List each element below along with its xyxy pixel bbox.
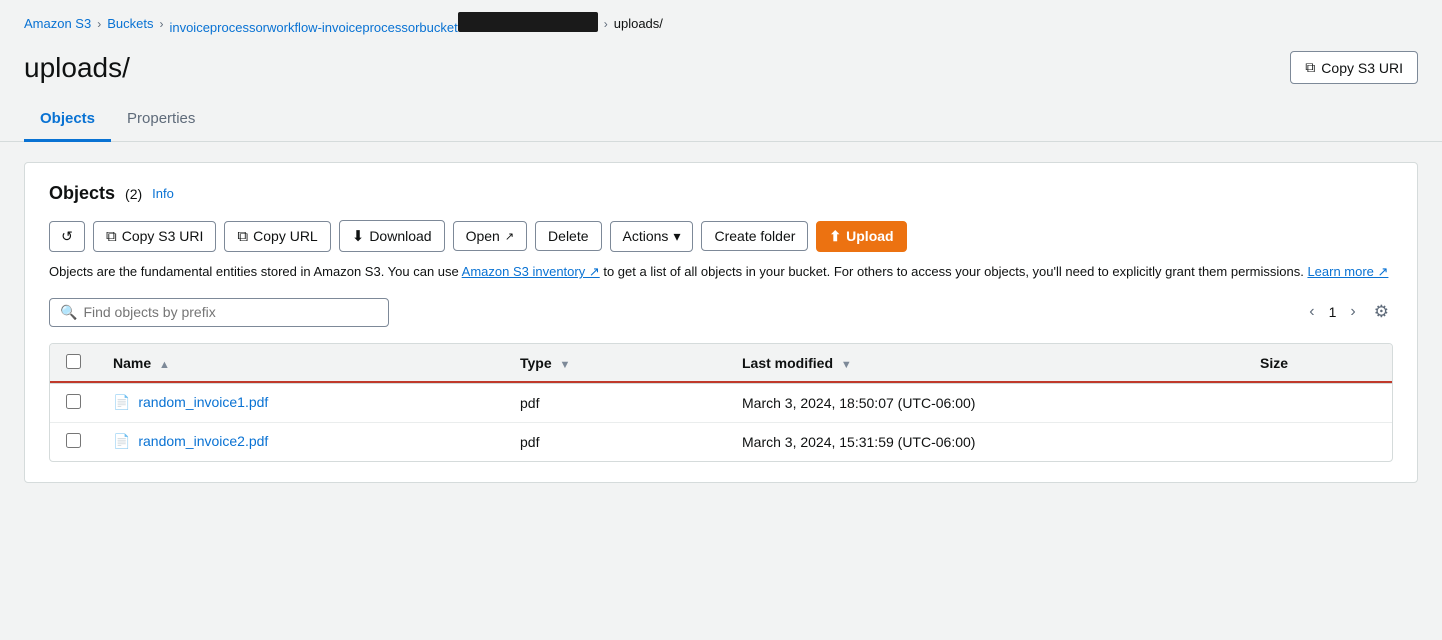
row-2-checkbox[interactable] (66, 433, 81, 448)
download-button[interactable]: ⬇ Download (339, 220, 445, 252)
breadcrumb-current: uploads/ (614, 16, 663, 31)
objects-card: Objects (2) Info ↺ ⧉ Copy S3 URI ⧉ Copy … (24, 162, 1418, 483)
row-1-type: pdf (504, 383, 726, 423)
open-external-icon: ↗ (505, 230, 514, 243)
page-title: uploads/ (24, 52, 130, 84)
actions-label: Actions (623, 228, 669, 244)
modified-header-label: Last modified (742, 355, 833, 371)
copy-s3-uri-button[interactable]: ⧉ Copy S3 URI (1290, 51, 1418, 84)
search-icon: 🔍 (60, 304, 77, 321)
tab-objects[interactable]: Objects (24, 100, 111, 142)
size-column-header: Size (1244, 344, 1392, 383)
search-input[interactable] (83, 304, 378, 320)
open-label: Open (466, 228, 500, 244)
search-box: 🔍 (49, 298, 389, 327)
card-header: Objects (2) Info (49, 183, 1393, 204)
breadcrumb: Amazon S3 › Buckets › invoiceprocessorwo… (0, 0, 1442, 43)
breadcrumb-amazon-s3[interactable]: Amazon S3 (24, 16, 91, 31)
copy-url-icon: ⧉ (237, 228, 248, 245)
row-1-modified: March 3, 2024, 18:50:07 (UTC-06:00) (726, 383, 1244, 423)
table-row[interactable]: 📄 random_invoice1.pdf pdf March 3, 2024,… (50, 383, 1392, 423)
download-icon: ⬇ (352, 227, 365, 245)
objects-count: (2) (125, 186, 142, 202)
refresh-icon: ↺ (61, 228, 73, 245)
copy-url-button[interactable]: ⧉ Copy URL (224, 221, 330, 252)
upload-button[interactable]: ⬆ Upload (816, 221, 906, 252)
tab-properties[interactable]: Properties (111, 100, 211, 142)
download-label: Download (369, 228, 431, 244)
type-header-label: Type (520, 355, 552, 371)
name-column-header[interactable]: Name ▲ (97, 344, 504, 383)
row-2-file-link[interactable]: random_invoice2.pdf (138, 433, 268, 449)
breadcrumb-sep-1: › (97, 17, 101, 31)
select-all-header (50, 344, 97, 383)
table-body: 📄 random_invoice1.pdf pdf March 3, 2024,… (50, 383, 1392, 461)
toolbar: ↺ ⧉ Copy S3 URI ⧉ Copy URL ⬇ Download Op… (49, 220, 1393, 252)
table-head: Name ▲ Type ▼ Last modified ▼ Size (50, 344, 1392, 383)
table-settings-button[interactable]: ⚙ (1370, 300, 1393, 324)
next-page-button[interactable]: › (1344, 301, 1361, 323)
name-sort-icon: ▲ (159, 359, 170, 371)
file-icon-1: 📄 (113, 394, 130, 410)
learn-more-link[interactable]: Learn more ↗ (1307, 264, 1388, 279)
breadcrumb-bucket-name[interactable]: invoiceprocessorworkflow-invoiceprocesso… (169, 12, 597, 35)
copy-url-label: Copy URL (253, 228, 318, 244)
type-column-header[interactable]: Type ▼ (504, 344, 726, 383)
file-icon-2: 📄 (113, 433, 130, 449)
row-1-file-link[interactable]: random_invoice1.pdf (138, 394, 268, 410)
delete-button[interactable]: Delete (535, 221, 601, 251)
row-1-checkbox-cell (50, 383, 97, 423)
size-header-label: Size (1260, 355, 1288, 371)
breadcrumb-sep-3: › (604, 17, 608, 31)
modified-column-header[interactable]: Last modified ▼ (726, 344, 1244, 383)
row-2-checkbox-cell (50, 422, 97, 461)
row-1-size (1244, 383, 1392, 423)
row-1-checkbox[interactable] (66, 394, 81, 409)
card-title: Objects (49, 183, 115, 204)
create-folder-button[interactable]: Create folder (701, 221, 808, 251)
table-row[interactable]: 📄 random_invoice2.pdf pdf March 3, 2024,… (50, 422, 1392, 461)
main-content: Objects (2) Info ↺ ⧉ Copy S3 URI ⧉ Copy … (0, 142, 1442, 503)
page-header: uploads/ ⧉ Copy S3 URI (0, 43, 1442, 100)
copy-icon: ⧉ (1305, 59, 1315, 76)
s3-inventory-link[interactable]: Amazon S3 inventory ↗ (462, 264, 600, 279)
copy-s3-icon: ⧉ (106, 228, 117, 245)
tabs-bar: Objects Properties (0, 100, 1442, 142)
delete-label: Delete (548, 228, 588, 244)
refresh-button[interactable]: ↺ (49, 221, 85, 252)
redacted-bucket-name (458, 12, 598, 32)
name-header-label: Name (113, 355, 151, 371)
copy-s3-uri-label: Copy S3 URI (1321, 60, 1403, 76)
breadcrumb-sep-2: › (159, 17, 163, 31)
upload-icon: ⬆ (829, 228, 841, 245)
row-2-modified: March 3, 2024, 15:31:59 (UTC-06:00) (726, 422, 1244, 461)
row-2-size (1244, 422, 1392, 461)
actions-chevron-icon: ▾ (673, 228, 680, 245)
modified-sort-icon: ▼ (841, 359, 852, 371)
open-button[interactable]: Open ↗ (453, 221, 527, 251)
upload-label: Upload (846, 228, 893, 244)
prev-page-button[interactable]: ‹ (1303, 301, 1320, 323)
create-folder-label: Create folder (714, 228, 795, 244)
type-sort-icon: ▼ (560, 359, 571, 371)
objects-table: Name ▲ Type ▼ Last modified ▼ Size (50, 344, 1392, 461)
row-2-type: pdf (504, 422, 726, 461)
current-page: 1 (1329, 304, 1337, 320)
breadcrumb-buckets[interactable]: Buckets (107, 16, 153, 31)
row-2-name: 📄 random_invoice2.pdf (97, 422, 504, 461)
select-all-checkbox[interactable] (66, 354, 81, 369)
objects-table-container: Name ▲ Type ▼ Last modified ▼ Size (49, 343, 1393, 462)
pagination: ‹ 1 › ⚙ (1303, 300, 1393, 324)
actions-button[interactable]: Actions ▾ (610, 221, 694, 252)
row-1-name: 📄 random_invoice1.pdf (97, 383, 504, 423)
copy-s3-uri-toolbar-button[interactable]: ⧉ Copy S3 URI (93, 221, 216, 252)
search-row: 🔍 ‹ 1 › ⚙ (49, 298, 1393, 327)
description-text: Objects are the fundamental entities sto… (49, 262, 1393, 282)
copy-s3-uri-toolbar-label: Copy S3 URI (122, 228, 204, 244)
info-link[interactable]: Info (152, 186, 174, 201)
